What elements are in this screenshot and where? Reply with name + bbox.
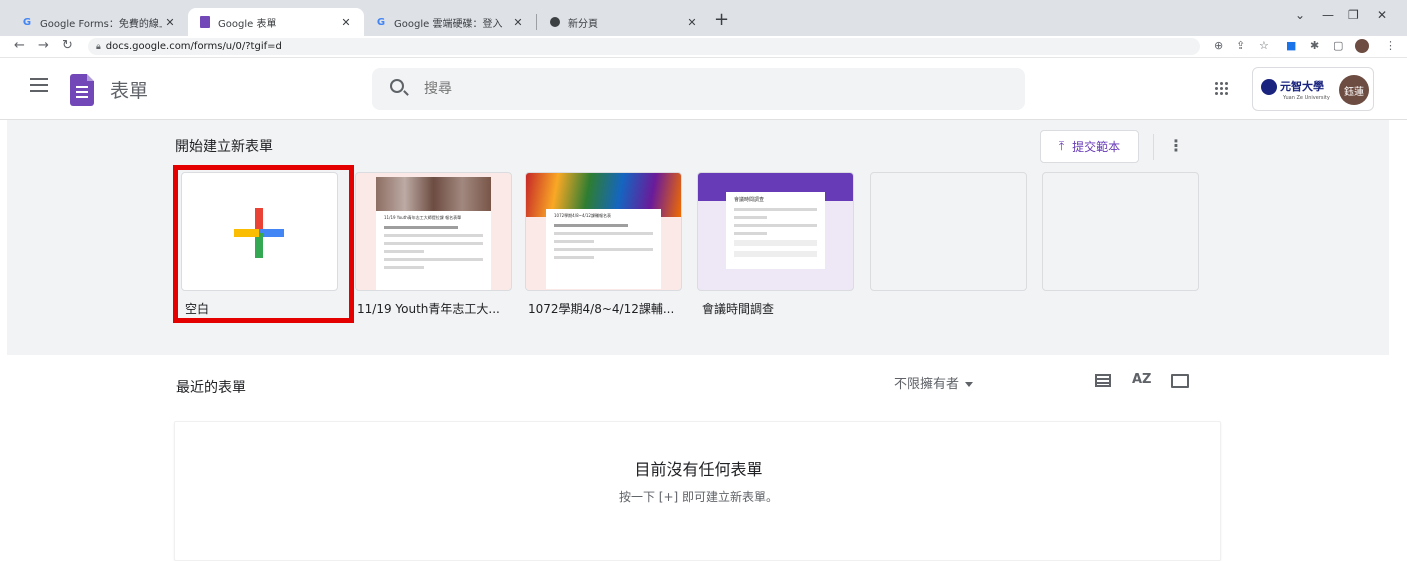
browser-toolbar: ← → ↻ 🔒︎ docs.google.com/forms/u/0/?tgif…	[0, 36, 1407, 58]
google-apps-icon[interactable]	[1215, 82, 1229, 96]
close-icon[interactable]: ✕	[162, 16, 178, 29]
profile-avatar-icon[interactable]	[1355, 39, 1369, 53]
template-meeting-survey[interactable]: 會議時間調查	[697, 172, 854, 291]
divider	[1153, 134, 1154, 160]
forms-logo-icon[interactable]	[70, 74, 94, 106]
upload-icon: ⤒	[1058, 139, 1065, 153]
app-header: 表單 元智大學 Yuan Ze University 鈺蓮	[0, 58, 1407, 120]
template-label: 11/19 Youth青年志工大...	[357, 302, 500, 316]
owner-filter-dropdown[interactable]: 不限擁有者	[894, 373, 974, 392]
template-label: 會議時間調查	[702, 302, 775, 316]
bookmark-star-icon[interactable]: ☆	[1259, 39, 1269, 52]
form-icon	[198, 15, 212, 29]
address-bar[interactable]: 🔒︎ docs.google.com/forms/u/0/?tgif=d	[88, 38, 1200, 55]
template-label: 1072學期4/8~4/12課輔...	[528, 302, 675, 316]
highlight-box	[173, 165, 354, 323]
reload-icon[interactable]: ↻	[62, 38, 73, 53]
template-banner-image	[376, 177, 491, 211]
tab-google-forms[interactable]: Google 表單 ✕	[188, 8, 364, 36]
back-icon[interactable]: ←	[14, 38, 25, 53]
minimize-icon[interactable]: —	[1322, 8, 1334, 22]
browser-tab-strip: G Google Forms：免費的線上表單 ✕ Google 表單 ✕ G G…	[0, 0, 1407, 36]
google-icon: G	[22, 16, 32, 28]
search-box[interactable]	[372, 68, 1025, 110]
side-panel-icon[interactable]: ▢	[1333, 39, 1343, 52]
tab-search-icon[interactable]: ⌄	[1295, 8, 1305, 22]
account-switcher[interactable]: 元智大學 Yuan Ze University 鈺蓮	[1252, 67, 1374, 111]
close-icon[interactable]: ✕	[510, 16, 526, 29]
tab-label: Google 雲端硬碟：登入	[394, 18, 503, 30]
empty-state-title: 目前沒有任何表單	[634, 460, 763, 479]
university-logo: 元智大學 Yuan Ze University	[1261, 78, 1330, 101]
tab-new-tab[interactable]: 新分頁 ✕	[538, 8, 710, 36]
close-window-icon[interactable]: ✕	[1377, 8, 1387, 22]
new-tab-button[interactable]: +	[714, 9, 729, 30]
search-icon[interactable]	[390, 79, 404, 93]
app-title[interactable]: 表單	[110, 76, 148, 103]
google-icon: G	[376, 16, 386, 28]
tab-google-forms-info[interactable]: G Google Forms：免費的線上表單 ✕	[10, 8, 188, 36]
template-placeholder	[870, 172, 1027, 291]
sort-az-icon[interactable]: AZ	[1132, 372, 1152, 387]
tab-label: 新分頁	[568, 18, 598, 30]
recent-forms-title: 最近的表單	[176, 380, 246, 396]
template-youth-volunteer[interactable]: 11/19 Youth青年志工大師提拉課 報名表單	[355, 172, 512, 291]
owner-filter-label: 不限擁有者	[894, 377, 960, 392]
forward-icon[interactable]: →	[38, 38, 49, 53]
template-tutoring-signup[interactable]: 1072學期4/8~4/12課輔報名表	[525, 172, 682, 291]
caret-down-icon	[965, 382, 974, 387]
tab-google-drive-login[interactable]: G Google 雲端硬碟：登入 ✕	[364, 8, 536, 36]
close-icon[interactable]: ✕	[338, 16, 354, 29]
empty-state-subtitle: 按一下 [+] 即可建立新表單。	[618, 490, 779, 504]
template-placeholder	[1042, 172, 1199, 291]
more-options-icon[interactable]: ⋮	[1168, 136, 1184, 155]
translate-extension-icon[interactable]: ■	[1286, 39, 1296, 52]
url-text: docs.google.com/forms/u/0/?tgif=d	[105, 41, 282, 52]
share-icon[interactable]: ⇪	[1236, 39, 1245, 52]
restore-icon[interactable]: ❐	[1348, 8, 1359, 22]
zoom-icon[interactable]: ⊕	[1214, 39, 1223, 52]
main-menu-icon[interactable]	[30, 78, 48, 92]
university-subtitle: Yuan Ze University	[1283, 95, 1330, 101]
template-gallery: 開始建立新表單 ⤒ 提交範本 ⋮ 空白 11/19 Youth青年志工大師提拉課…	[7, 120, 1389, 355]
template-preview-title: 1072學期4/8~4/12課輔報名表	[554, 213, 611, 218]
submit-template-label: 提交範本	[1072, 140, 1121, 154]
tab-divider	[536, 14, 537, 30]
browser-menu-icon[interactable]: ⋮	[1385, 39, 1396, 52]
chrome-icon	[548, 15, 562, 29]
close-icon[interactable]: ✕	[684, 16, 700, 29]
avatar[interactable]: 鈺蓮	[1339, 75, 1369, 105]
gallery-title: 開始建立新表單	[175, 139, 273, 155]
submit-template-button[interactable]: ⤒ 提交範本	[1040, 130, 1139, 163]
search-input[interactable]	[424, 78, 924, 100]
folder-icon[interactable]	[1171, 374, 1189, 388]
university-seal-icon	[1261, 79, 1277, 95]
university-name: 元智大學	[1280, 80, 1324, 93]
list-view-icon[interactable]	[1095, 374, 1111, 387]
template-preview-title: 會議時間調查	[734, 197, 765, 203]
empty-state-card: 目前沒有任何表單 按一下 [+] 即可建立新表單。	[174, 421, 1221, 561]
tab-label: Google 表單	[218, 18, 277, 30]
template-preview-title: 11/19 Youth青年志工大師提拉課 報名表單	[384, 215, 462, 220]
lock-icon: 🔒︎	[96, 41, 101, 52]
tab-label: Google Forms：免費的線上表單	[40, 18, 162, 30]
extensions-puzzle-icon[interactable]: ✱	[1310, 39, 1319, 52]
